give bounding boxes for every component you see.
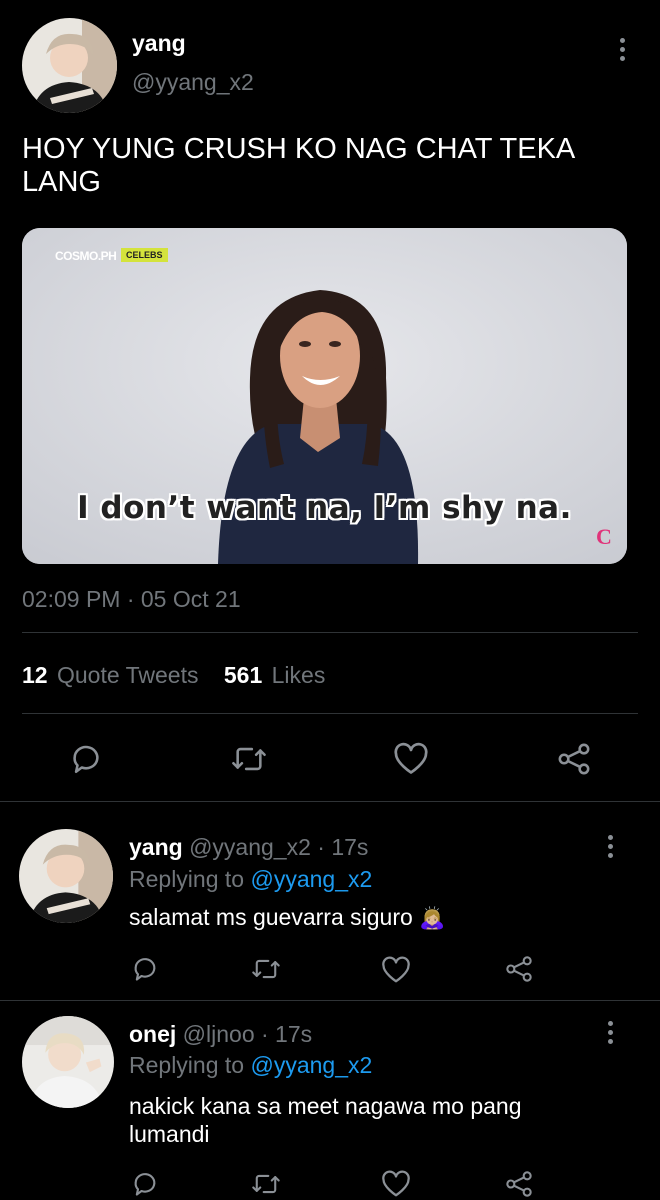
likes-label: Likes [271,662,326,688]
replying-to-line: Replying to @yyang_x2 [129,866,372,893]
reply-text: salamat ms guevarra siguro 🙇🏼‍♀️ [129,904,445,931]
video-caption: I don’t want na, I’m shy na. [77,490,572,526]
like-button[interactable] [381,956,411,984]
heart-icon [382,956,410,983]
speech-bubble-icon [134,958,156,981]
reply-avatar[interactable] [19,829,113,923]
retweet-arrows-icon [232,747,266,771]
quote-label: Quote Tweets [56,662,199,688]
reply-handle-time[interactable]: @ljnoo · 17s [183,1021,312,1047]
heart-icon [394,742,428,774]
share-button[interactable] [504,955,534,983]
divider [22,713,638,714]
replying-to-link[interactable]: @yyang_x2 [250,866,372,892]
reply-button[interactable] [131,1170,159,1198]
reply-display-name[interactable]: yang [129,834,183,860]
cosmo-brand-logo: COSMO.PH [55,249,117,263]
reply-text-content: salamat ms guevarra siguro [129,904,413,930]
divider [22,632,638,633]
retweet-button[interactable] [251,955,281,983]
share-nodes-icon [558,743,590,775]
tweet-timestamp[interactable]: 02:09 PM · 05 Oct 21 [22,586,241,613]
reply-display-name[interactable]: onej [129,1021,176,1047]
share-nodes-icon [506,1171,532,1197]
like-button[interactable] [393,742,429,776]
author-handle[interactable]: @yyang_x2 [132,69,254,96]
like-button[interactable] [381,1170,411,1198]
speech-bubble-icon [73,745,99,774]
bowing-person-emoji: 🙇🏼‍♀️ [419,907,446,930]
reply-text: nakick kana sa meet nagawa mo pang luman… [129,1093,522,1147]
more-options-icon[interactable] [600,835,620,858]
likes-count: 561 [223,662,263,688]
celebs-tag: CELEBS [121,248,168,262]
more-options-icon[interactable] [600,1021,620,1044]
retweet-arrows-icon [252,1174,280,1194]
share-nodes-icon [506,956,532,982]
heart-icon [382,1170,410,1197]
reply-button[interactable] [131,955,159,983]
quote-tweets-stat[interactable]: 12 Quote Tweets [22,662,205,688]
replying-to-link[interactable]: @yyang_x2 [250,1052,372,1078]
retweet-arrows-icon [252,959,280,979]
retweet-button[interactable] [251,1170,281,1198]
reply-handle-time[interactable]: @yyang_x2 · 17s [189,834,368,860]
engagement-stats: 12 Quote Tweets 561 Likes [22,662,325,689]
more-options-icon[interactable] [612,38,632,61]
reply-header: onej @ljnoo · 17s [129,1021,312,1048]
speech-bubble-icon [134,1173,156,1196]
author-display-name[interactable]: yang [132,30,186,57]
replying-to-line: Replying to @yyang_x2 [129,1052,372,1079]
share-button[interactable] [556,742,592,776]
replying-prefix: Replying to [129,866,245,892]
divider [0,1000,660,1001]
author-avatar[interactable] [22,18,117,113]
divider [0,801,660,802]
likes-stat[interactable]: 561 Likes [224,662,325,688]
cosmo-corner-logo: C [596,524,612,549]
reply-button[interactable] [69,742,103,776]
reply-header: yang @yyang_x2 · 17s [129,834,368,861]
quote-count: 12 [22,662,48,688]
reply-avatar[interactable] [22,1016,114,1108]
retweet-button[interactable] [230,742,268,776]
tweet-text: HOY YUNG CRUSH KO NAG CHAT TEKA LANG [22,133,574,198]
tweet-media[interactable]: COSMO.PH CELEBS I don’t want na, I’m shy… [22,228,627,564]
replying-prefix: Replying to [129,1052,245,1078]
share-button[interactable] [504,1170,534,1198]
